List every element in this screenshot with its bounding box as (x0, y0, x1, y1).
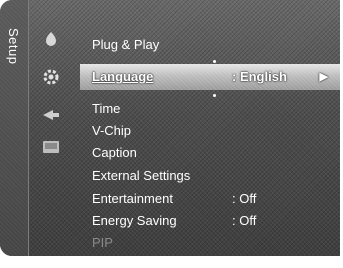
submenu-arrow-icon: ▶ (319, 71, 328, 83)
menu-item-label: V-Chip (92, 123, 132, 138)
menu-item-label: Time (92, 101, 121, 116)
menu-item-label: Energy Saving (92, 213, 177, 228)
menu-items: Plug & Play Language : English ▶ Time V-… (80, 0, 340, 256)
menu-item-label: External Settings (92, 168, 191, 183)
menu-tab: Setup (0, 0, 29, 256)
menu-item-energy-saving[interactable]: Energy Saving : Off (80, 210, 340, 232)
picture-icon[interactable] (40, 30, 62, 48)
menu-item-value: : English (232, 69, 287, 84)
menu-item-value: : Off (232, 213, 257, 228)
down-hint-icon (213, 94, 216, 97)
menu-item-label: Caption (92, 145, 137, 160)
menu-item-external-settings[interactable]: External Settings (80, 165, 340, 187)
menu-item-label: Entertainment (92, 191, 173, 206)
setup-menu: Setup Plug & Play Language: English ▶ T… (0, 0, 340, 256)
up-hint-icon (213, 60, 216, 63)
menu-item-value: : Off (232, 191, 257, 206)
menu-item-language[interactable]: Language : English ▶ (80, 64, 340, 90)
menu-item-label: PIP (92, 235, 113, 250)
menu-item-label: Language (92, 69, 154, 84)
menu-item-pip: PIP (80, 232, 340, 254)
menu-item-plug-and-play[interactable]: Plug & Play (80, 34, 340, 56)
category-icons (40, 0, 80, 256)
application-icon[interactable] (40, 138, 62, 156)
input-icon[interactable] (40, 106, 62, 124)
menu-item-caption[interactable]: Caption (80, 142, 340, 164)
menu-item-time[interactable]: Time (80, 98, 340, 120)
tab-label: Setup (6, 28, 21, 65)
menu-item-entertainment[interactable]: Entertainment : Off (80, 188, 340, 210)
menu-item-v-chip[interactable]: V-Chip (80, 120, 340, 142)
menu-item-label: Plug & Play (92, 37, 160, 52)
setup-gear-icon[interactable] (40, 68, 62, 86)
tv-screen: Setup Plug & Play Language: English ▶ T… (0, 0, 343, 268)
